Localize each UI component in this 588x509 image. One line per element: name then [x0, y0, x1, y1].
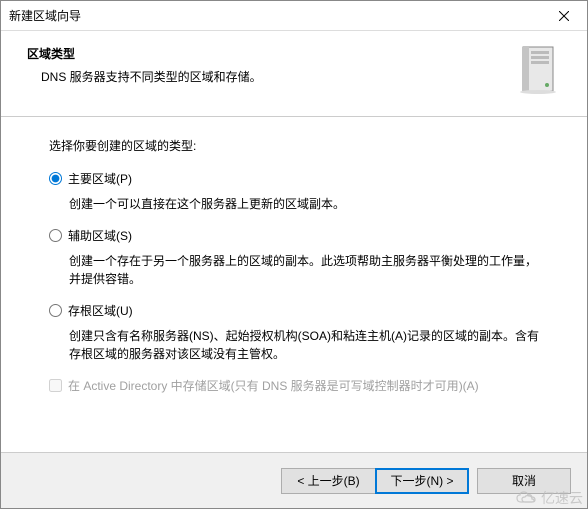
header-subtitle: DNS 服务器支持不同类型的区域和存储。	[27, 68, 507, 85]
watermark-text: 亿速云	[541, 488, 583, 508]
radio-primary-desc: 创建一个可以直接在这个服务器上更新的区域副本。	[69, 195, 539, 213]
ad-storage-label: 在 Active Directory 中存储区域(只有 DNS 服务器是可写域控…	[68, 377, 479, 394]
radio-stub-input[interactable]	[49, 304, 62, 317]
close-icon	[559, 11, 569, 21]
ad-storage-checkbox-row: 在 Active Directory 中存储区域(只有 DNS 服务器是可写域控…	[49, 377, 539, 394]
server-icon	[517, 45, 561, 98]
header-title: 区域类型	[27, 45, 507, 62]
radio-primary-label: 主要区域(P)	[68, 170, 132, 187]
radio-stub-zone[interactable]: 存根区域(U)	[49, 302, 539, 319]
next-button[interactable]: 下一步(N) >	[375, 468, 469, 494]
radio-secondary-label: 辅助区域(S)	[68, 227, 132, 244]
wizard-header: 区域类型 DNS 服务器支持不同类型的区域和存储。	[1, 31, 587, 117]
new-zone-wizard-dialog: 新建区域向导 区域类型 DNS 服务器支持不同类型的区域和存储。	[0, 0, 588, 509]
radio-primary-input[interactable]	[49, 172, 62, 185]
radio-secondary-desc: 创建一个存在于另一个服务器上的区域的副本。此选项帮助主服务器平衡处理的工作量，并…	[69, 252, 539, 288]
wizard-footer: < 上一步(B) 下一步(N) > 取消	[1, 452, 587, 508]
prompt-text: 选择你要创建的区域的类型:	[49, 137, 539, 154]
back-button[interactable]: < 上一步(B)	[281, 468, 375, 494]
titlebar: 新建区域向导	[1, 1, 587, 31]
close-button[interactable]	[541, 1, 587, 30]
window-title: 新建区域向导	[9, 7, 541, 24]
cloud-icon	[515, 490, 539, 506]
ad-storage-checkbox	[49, 379, 62, 392]
watermark: 亿速云	[515, 488, 583, 508]
radio-secondary-input[interactable]	[49, 229, 62, 242]
radio-stub-label: 存根区域(U)	[68, 302, 133, 319]
radio-stub-desc: 创建只含有名称服务器(NS)、起始授权机构(SOA)和粘连主机(A)记录的区域的…	[69, 327, 539, 363]
radio-primary-zone[interactable]: 主要区域(P)	[49, 170, 539, 187]
radio-secondary-zone[interactable]: 辅助区域(S)	[49, 227, 539, 244]
wizard-body: 选择你要创建的区域的类型: 主要区域(P) 创建一个可以直接在这个服务器上更新的…	[1, 117, 587, 452]
